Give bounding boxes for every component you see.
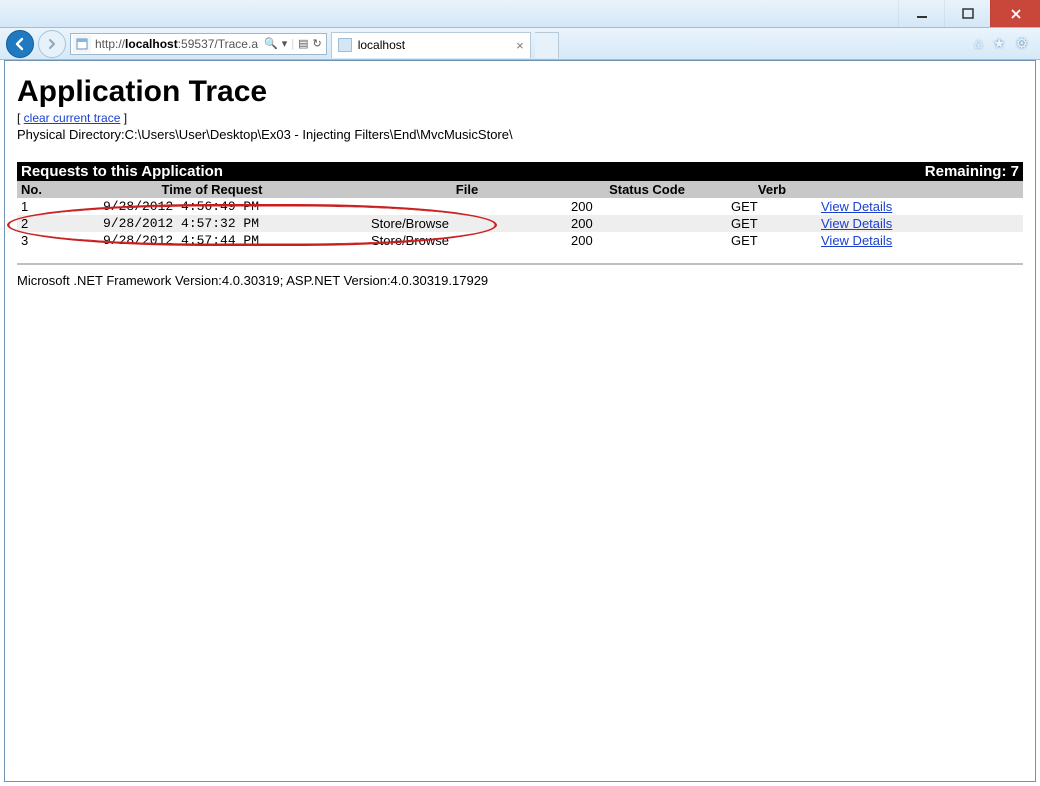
arrow-right-icon (46, 38, 58, 50)
maximize-icon (962, 8, 974, 20)
col-details (817, 181, 1023, 198)
view-details-link[interactable]: View Details (821, 233, 892, 248)
address-bar[interactable]: http://localhost:59537/Trace.a 🔍 ▾ | ▤ ↻ (70, 33, 327, 55)
cell-file: Store/Browse (367, 232, 567, 249)
physical-directory-value: C:\Users\User\Desktop\Ex03 - Injecting F… (125, 127, 513, 142)
cell-file: Store/Browse (367, 215, 567, 232)
close-icon (1010, 8, 1022, 20)
url-host: localhost (125, 37, 178, 51)
page-icon (73, 35, 91, 53)
cell-verb: GET (727, 232, 817, 249)
cell-status: 200 (567, 215, 727, 232)
col-status: Status Code (567, 181, 727, 198)
address-tools: 🔍 ▾ | ▤ ↻ (260, 37, 326, 50)
cell-no: 1 (17, 198, 57, 215)
cell-no: 2 (17, 215, 57, 232)
tab-favicon (338, 38, 352, 52)
browser-navbar: http://localhost:59537/Trace.a 🔍 ▾ | ▤ ↻… (0, 28, 1040, 60)
requests-section-title: Requests to this Application (21, 163, 223, 180)
view-details-link[interactable]: View Details (821, 216, 892, 231)
col-file: File (367, 181, 567, 198)
cell-time: 9/28/2012 4:56:49 PM (57, 198, 367, 215)
view-details-link[interactable]: View Details (821, 199, 892, 214)
toolbar-right: ⌂ ★ ⚙ (974, 35, 1034, 52)
requests-remaining: Remaining: 7 (925, 163, 1019, 180)
minimize-icon (916, 8, 928, 20)
physical-directory: Physical Directory:C:\Users\User\Desktop… (17, 127, 1023, 142)
page-viewport: Application Trace [ clear current trace … (4, 60, 1036, 782)
window-close-button[interactable] (990, 0, 1040, 27)
trace-page: Application Trace [ clear current trace … (5, 61, 1035, 304)
home-icon[interactable]: ⌂ (974, 35, 982, 52)
dropdown-icon[interactable]: ▾ (282, 37, 288, 50)
favorites-icon[interactable]: ★ (993, 35, 1006, 52)
cell-file (367, 198, 567, 215)
separator (17, 263, 1023, 265)
cell-verb: GET (727, 215, 817, 232)
col-time: Time of Request (57, 181, 367, 198)
tab-close-button[interactable]: × (516, 38, 524, 53)
address-text: http://localhost:59537/Trace.a (93, 37, 260, 51)
clear-trace-line: [ clear current trace ] (17, 111, 1023, 125)
cell-status: 200 (567, 232, 727, 249)
page-title: Application Trace (17, 75, 1023, 109)
compat-icon[interactable]: ▤ (298, 37, 308, 50)
cell-status: 200 (567, 198, 727, 215)
new-tab-button[interactable] (535, 32, 559, 58)
browser-tab[interactable]: localhost × (331, 32, 531, 58)
search-icon[interactable]: 🔍 (264, 37, 278, 50)
url-rest: :59537/Trace.a (178, 37, 258, 51)
requests-table: No. Time of Request File Status Code Ver… (17, 181, 1023, 249)
arrow-left-icon (13, 37, 27, 51)
table-row: 1 9/28/2012 4:56:49 PM 200 GET View Deta… (17, 198, 1023, 215)
nav-back-button[interactable] (6, 30, 34, 58)
window-minimize-button[interactable] (898, 0, 944, 27)
cell-time: 9/28/2012 4:57:44 PM (57, 232, 367, 249)
url-prefix: http:// (95, 37, 125, 51)
window-maximize-button[interactable] (944, 0, 990, 27)
requests-section-header: Requests to this Application Remaining: … (17, 162, 1023, 181)
cell-time: 9/28/2012 4:57:32 PM (57, 215, 367, 232)
table-row: 3 9/28/2012 4:57:44 PM Store/Browse 200 … (17, 232, 1023, 249)
clear-trace-link[interactable]: clear current trace (24, 111, 121, 125)
cell-verb: GET (727, 198, 817, 215)
col-verb: Verb (727, 181, 817, 198)
col-no: No. (17, 181, 57, 198)
table-header-row: No. Time of Request File Status Code Ver… (17, 181, 1023, 198)
cell-no: 3 (17, 232, 57, 249)
tab-title: localhost (358, 38, 405, 52)
table-row: 2 9/28/2012 4:57:32 PM Store/Browse 200 … (17, 215, 1023, 232)
nav-forward-button[interactable] (38, 30, 66, 58)
physical-directory-label: Physical Directory: (17, 127, 125, 142)
refresh-icon[interactable]: ↻ (313, 37, 322, 50)
window-titlebar (0, 0, 1040, 28)
tools-icon[interactable]: ⚙ (1015, 35, 1028, 52)
framework-version: Microsoft .NET Framework Version:4.0.303… (17, 273, 1023, 288)
